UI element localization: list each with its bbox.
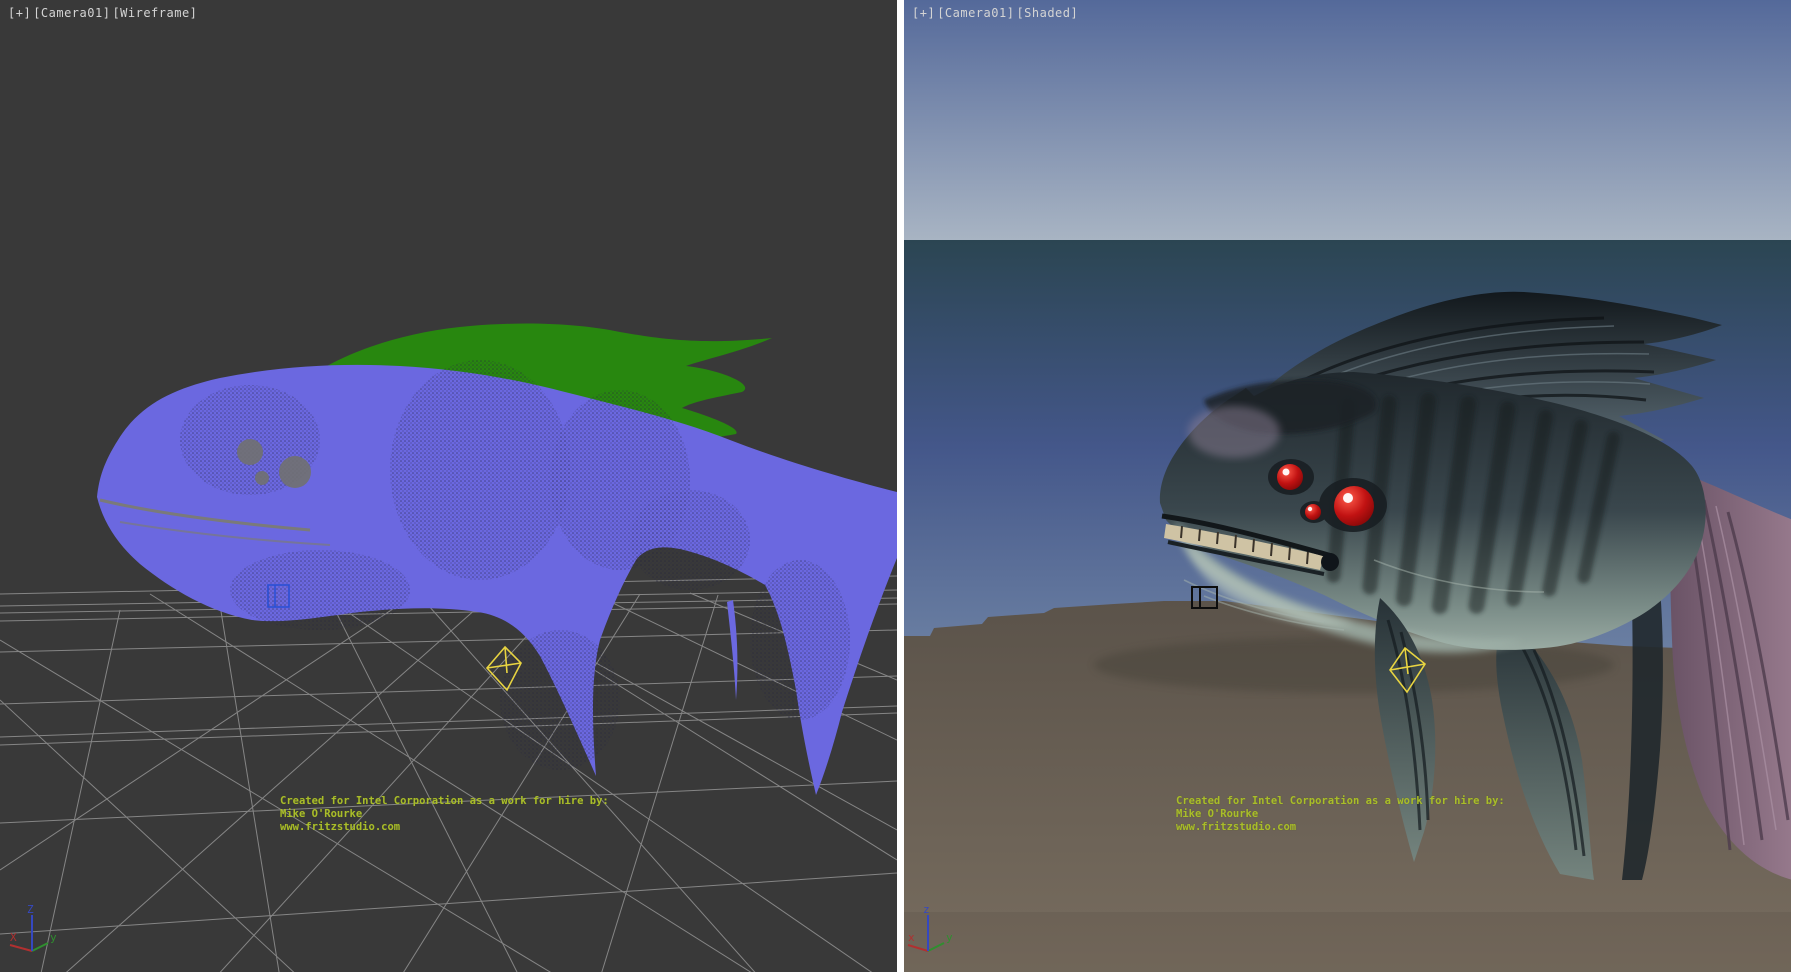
viewport-camera-menu[interactable]: [Camera01] bbox=[937, 6, 1014, 20]
viewport-expand-menu[interactable]: [+] bbox=[8, 6, 31, 20]
right-frame-edge bbox=[1791, 0, 1800, 978]
viewport-label-left: [+][Camera01][Wireframe] bbox=[8, 6, 199, 20]
viewport-camera-menu[interactable]: [Camera01] bbox=[33, 6, 110, 20]
sky bbox=[904, 0, 1793, 240]
viewport-shading-menu[interactable]: [Shaded] bbox=[1016, 6, 1078, 20]
axis-y-label: y bbox=[50, 931, 57, 944]
scene-credits-text: Created for Intel Corporation as a work … bbox=[280, 795, 640, 834]
axis-z-label: z bbox=[923, 903, 930, 916]
ground-shade-band bbox=[904, 912, 1793, 973]
viewport-expand-menu[interactable]: [+] bbox=[912, 6, 935, 20]
axis-y-label: y bbox=[946, 931, 953, 944]
viewport-wireframe[interactable]: [+][Camera01][Wireframe] Created for Int… bbox=[0, 0, 897, 973]
scene-credits-text: Created for Intel Corporation as a work … bbox=[1176, 795, 1536, 834]
head-sheen bbox=[1188, 406, 1280, 458]
viewport-shading-menu[interactable]: [Wireframe] bbox=[112, 6, 197, 20]
axis-x-label: X bbox=[10, 931, 17, 944]
axis-x-label: x bbox=[908, 931, 915, 944]
viewport-splitter[interactable] bbox=[897, 0, 904, 978]
axis-z-label: Z bbox=[27, 903, 34, 916]
application-window: [+][Camera01][Wireframe] Created for Int… bbox=[0, 0, 1800, 978]
viewport-shaded[interactable]: [+][Camera01][Shaded] Created for Intel … bbox=[904, 0, 1793, 973]
viewport-label-right: [+][Camera01][Shaded] bbox=[912, 6, 1080, 20]
bottom-frame-edge bbox=[0, 972, 1800, 978]
